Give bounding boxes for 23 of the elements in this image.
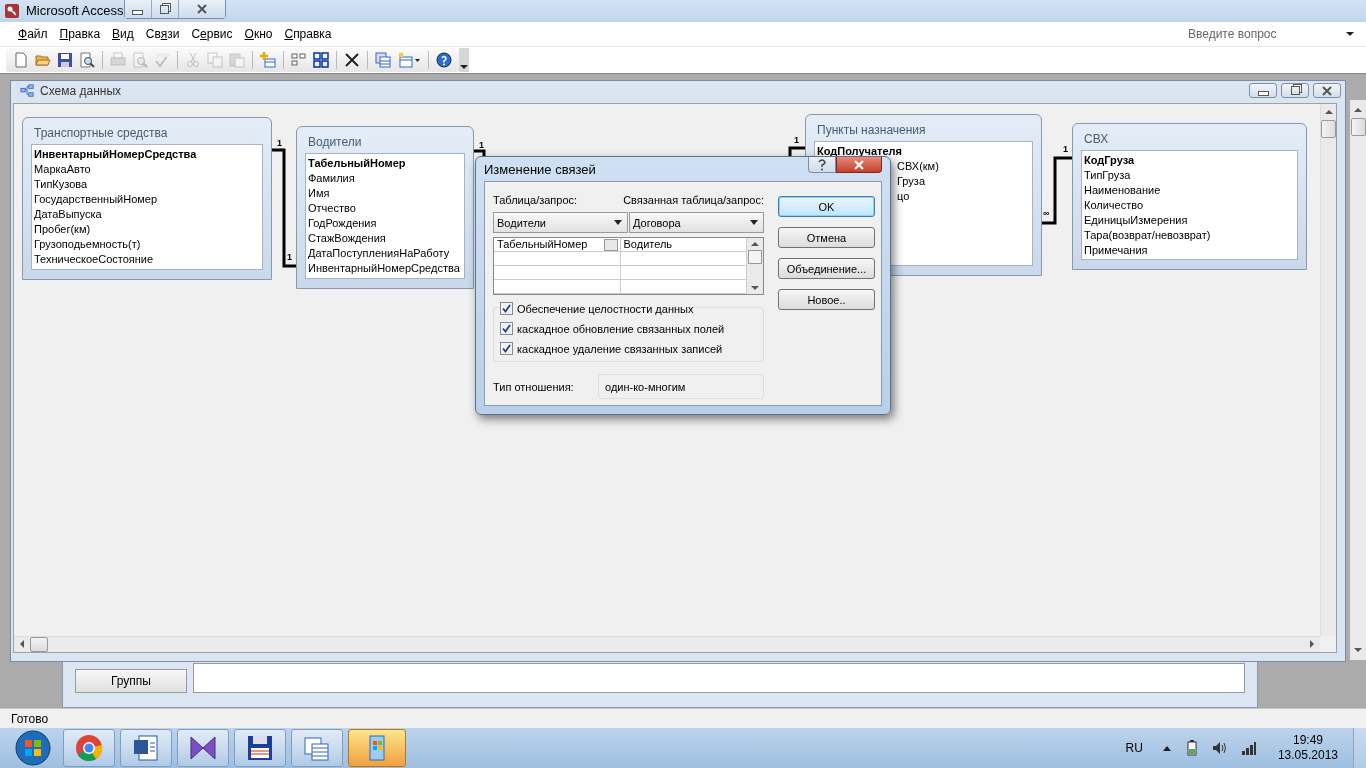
- window-title: Microsoft Access: [26, 3, 124, 19]
- table-title: СВХ: [1083, 130, 1110, 148]
- checkbox-label: Обеспечение целостности данных: [517, 302, 694, 315]
- cardinality-label: 1: [479, 139, 484, 150]
- clock-date: 13.05.2013: [1277, 748, 1338, 763]
- checkbox-label: каскадное удаление связанных записей: [517, 342, 723, 355]
- cardinality-label: 1: [794, 134, 799, 145]
- cardinality-label: ∞: [1043, 207, 1050, 218]
- relation-type-label: Тип отношения:: [493, 380, 575, 393]
- table-label: Таблица/запрос:: [493, 194, 578, 206]
- dialog-title: Изменение связей: [484, 162, 596, 177]
- cardinality-label: 1: [1063, 143, 1068, 154]
- window-title: Схема данных: [40, 83, 122, 98]
- clock-time: 19:49: [1292, 733, 1323, 748]
- table-title: Транспортные средства: [33, 124, 169, 142]
- cardinality-label: 1: [277, 137, 282, 148]
- table-title: Пункты назначения: [816, 121, 927, 139]
- cardinality-label: 1: [287, 251, 292, 262]
- status-text: Готово: [11, 711, 49, 726]
- checkbox-label: каскадное обновление связанных полей: [517, 322, 725, 335]
- relation-type-value: один-ко-многим: [598, 374, 764, 399]
- table-title: Водители: [307, 133, 363, 151]
- related-table-label: Связанная таблица/запрос:: [623, 194, 764, 206]
